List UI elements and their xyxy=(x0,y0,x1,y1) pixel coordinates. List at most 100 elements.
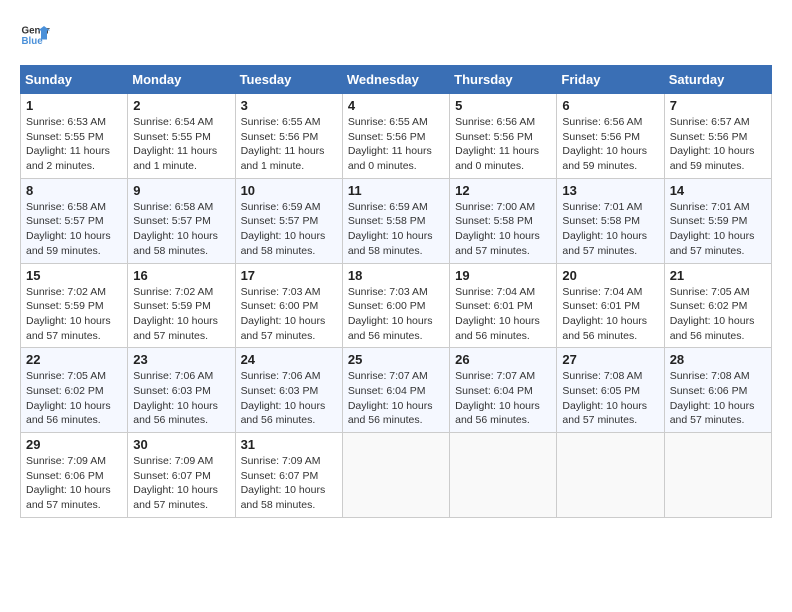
day-info: Sunrise: 6:53 AM Sunset: 5:55 PM Dayligh… xyxy=(26,115,122,174)
sunset-label: Sunset: 5:58 PM xyxy=(562,215,640,227)
sunrise-label: Sunrise: 7:09 AM xyxy=(133,455,213,467)
day-number: 5 xyxy=(455,98,551,113)
calendar-cell: 1 Sunrise: 6:53 AM Sunset: 5:55 PM Dayli… xyxy=(21,94,128,179)
header-wednesday: Wednesday xyxy=(342,66,449,94)
sunset-label: Sunset: 5:59 PM xyxy=(26,300,104,312)
sunset-label: Sunset: 6:02 PM xyxy=(26,385,104,397)
daylight-label: Daylight: 10 hours and 57 minutes. xyxy=(26,484,111,511)
daylight-label: Daylight: 10 hours and 57 minutes. xyxy=(455,230,540,257)
sunset-label: Sunset: 6:00 PM xyxy=(348,300,426,312)
sunset-label: Sunset: 5:58 PM xyxy=(455,215,533,227)
sunset-label: Sunset: 6:07 PM xyxy=(133,470,211,482)
daylight-label: Daylight: 11 hours and 0 minutes. xyxy=(455,145,539,172)
calendar-cell: 29 Sunrise: 7:09 AM Sunset: 6:06 PM Dayl… xyxy=(21,433,128,518)
calendar-cell: 19 Sunrise: 7:04 AM Sunset: 6:01 PM Dayl… xyxy=(450,263,557,348)
calendar-cell: 24 Sunrise: 7:06 AM Sunset: 6:03 PM Dayl… xyxy=(235,348,342,433)
daylight-label: Daylight: 10 hours and 57 minutes. xyxy=(133,315,218,342)
day-number: 15 xyxy=(26,268,122,283)
day-info: Sunrise: 6:58 AM Sunset: 5:57 PM Dayligh… xyxy=(26,200,122,259)
day-info: Sunrise: 6:55 AM Sunset: 5:56 PM Dayligh… xyxy=(348,115,444,174)
sunset-label: Sunset: 5:55 PM xyxy=(26,131,104,143)
calendar-cell: 4 Sunrise: 6:55 AM Sunset: 5:56 PM Dayli… xyxy=(342,94,449,179)
sunset-label: Sunset: 6:07 PM xyxy=(241,470,319,482)
sunset-label: Sunset: 5:56 PM xyxy=(241,131,319,143)
day-info: Sunrise: 6:58 AM Sunset: 5:57 PM Dayligh… xyxy=(133,200,229,259)
day-number: 26 xyxy=(455,352,551,367)
sunrise-label: Sunrise: 7:01 AM xyxy=(562,201,642,213)
day-info: Sunrise: 7:09 AM Sunset: 6:06 PM Dayligh… xyxy=(26,454,122,513)
daylight-label: Daylight: 11 hours and 1 minute. xyxy=(241,145,325,172)
sunset-label: Sunset: 5:55 PM xyxy=(133,131,211,143)
day-info: Sunrise: 6:54 AM Sunset: 5:55 PM Dayligh… xyxy=(133,115,229,174)
day-number: 6 xyxy=(562,98,658,113)
sunrise-label: Sunrise: 6:59 AM xyxy=(241,201,321,213)
sunset-label: Sunset: 6:01 PM xyxy=(562,300,640,312)
sunrise-label: Sunrise: 7:00 AM xyxy=(455,201,535,213)
calendar-table: SundayMondayTuesdayWednesdayThursdayFrid… xyxy=(20,65,772,518)
calendar-cell: 5 Sunrise: 6:56 AM Sunset: 5:56 PM Dayli… xyxy=(450,94,557,179)
sunrise-label: Sunrise: 6:55 AM xyxy=(241,116,321,128)
calendar-cell: 2 Sunrise: 6:54 AM Sunset: 5:55 PM Dayli… xyxy=(128,94,235,179)
day-info: Sunrise: 6:56 AM Sunset: 5:56 PM Dayligh… xyxy=(455,115,551,174)
calendar-cell: 25 Sunrise: 7:07 AM Sunset: 6:04 PM Dayl… xyxy=(342,348,449,433)
day-info: Sunrise: 7:00 AM Sunset: 5:58 PM Dayligh… xyxy=(455,200,551,259)
day-number: 23 xyxy=(133,352,229,367)
sunrise-label: Sunrise: 7:03 AM xyxy=(241,286,321,298)
sunrise-label: Sunrise: 7:03 AM xyxy=(348,286,428,298)
sunset-label: Sunset: 5:56 PM xyxy=(348,131,426,143)
sunset-label: Sunset: 5:59 PM xyxy=(670,215,748,227)
day-info: Sunrise: 6:59 AM Sunset: 5:57 PM Dayligh… xyxy=(241,200,337,259)
day-number: 24 xyxy=(241,352,337,367)
sunrise-label: Sunrise: 7:08 AM xyxy=(670,370,750,382)
daylight-label: Daylight: 10 hours and 56 minutes. xyxy=(26,400,111,427)
sunset-label: Sunset: 5:56 PM xyxy=(455,131,533,143)
calendar-week-5: 29 Sunrise: 7:09 AM Sunset: 6:06 PM Dayl… xyxy=(21,433,772,518)
calendar-cell: 20 Sunrise: 7:04 AM Sunset: 6:01 PM Dayl… xyxy=(557,263,664,348)
daylight-label: Daylight: 10 hours and 56 minutes. xyxy=(133,400,218,427)
day-info: Sunrise: 7:09 AM Sunset: 6:07 PM Dayligh… xyxy=(241,454,337,513)
sunrise-label: Sunrise: 7:07 AM xyxy=(348,370,428,382)
header-tuesday: Tuesday xyxy=(235,66,342,94)
sunrise-label: Sunrise: 6:56 AM xyxy=(562,116,642,128)
day-info: Sunrise: 7:07 AM Sunset: 6:04 PM Dayligh… xyxy=(455,369,551,428)
calendar-cell: 11 Sunrise: 6:59 AM Sunset: 5:58 PM Dayl… xyxy=(342,178,449,263)
calendar-cell: 15 Sunrise: 7:02 AM Sunset: 5:59 PM Dayl… xyxy=(21,263,128,348)
sunset-label: Sunset: 5:57 PM xyxy=(26,215,104,227)
calendar-cell: 7 Sunrise: 6:57 AM Sunset: 5:56 PM Dayli… xyxy=(664,94,771,179)
day-number: 1 xyxy=(26,98,122,113)
calendar-cell: 8 Sunrise: 6:58 AM Sunset: 5:57 PM Dayli… xyxy=(21,178,128,263)
calendar-cell: 23 Sunrise: 7:06 AM Sunset: 6:03 PM Dayl… xyxy=(128,348,235,433)
day-number: 4 xyxy=(348,98,444,113)
day-number: 22 xyxy=(26,352,122,367)
sunrise-label: Sunrise: 7:09 AM xyxy=(26,455,106,467)
day-number: 29 xyxy=(26,437,122,452)
sunset-label: Sunset: 6:06 PM xyxy=(26,470,104,482)
sunset-label: Sunset: 6:01 PM xyxy=(455,300,533,312)
daylight-label: Daylight: 10 hours and 59 minutes. xyxy=(26,230,111,257)
daylight-label: Daylight: 10 hours and 56 minutes. xyxy=(348,400,433,427)
logo: General Blue xyxy=(20,20,50,50)
calendar-cell xyxy=(342,433,449,518)
day-number: 19 xyxy=(455,268,551,283)
sunrise-label: Sunrise: 6:59 AM xyxy=(348,201,428,213)
sunset-label: Sunset: 6:03 PM xyxy=(241,385,319,397)
day-info: Sunrise: 7:06 AM Sunset: 6:03 PM Dayligh… xyxy=(241,369,337,428)
sunset-label: Sunset: 6:00 PM xyxy=(241,300,319,312)
calendar-cell: 16 Sunrise: 7:02 AM Sunset: 5:59 PM Dayl… xyxy=(128,263,235,348)
calendar-cell: 18 Sunrise: 7:03 AM Sunset: 6:00 PM Dayl… xyxy=(342,263,449,348)
day-number: 31 xyxy=(241,437,337,452)
day-number: 30 xyxy=(133,437,229,452)
sunrise-label: Sunrise: 7:02 AM xyxy=(133,286,213,298)
sunset-label: Sunset: 6:02 PM xyxy=(670,300,748,312)
calendar-cell xyxy=(664,433,771,518)
daylight-label: Daylight: 10 hours and 57 minutes. xyxy=(241,315,326,342)
day-number: 28 xyxy=(670,352,766,367)
daylight-label: Daylight: 11 hours and 1 minute. xyxy=(133,145,217,172)
calendar-cell: 17 Sunrise: 7:03 AM Sunset: 6:00 PM Dayl… xyxy=(235,263,342,348)
sunrise-label: Sunrise: 6:58 AM xyxy=(26,201,106,213)
sunrise-label: Sunrise: 7:08 AM xyxy=(562,370,642,382)
day-number: 13 xyxy=(562,183,658,198)
sunrise-label: Sunrise: 6:55 AM xyxy=(348,116,428,128)
calendar-cell: 12 Sunrise: 7:00 AM Sunset: 5:58 PM Dayl… xyxy=(450,178,557,263)
calendar-cell: 13 Sunrise: 7:01 AM Sunset: 5:58 PM Dayl… xyxy=(557,178,664,263)
